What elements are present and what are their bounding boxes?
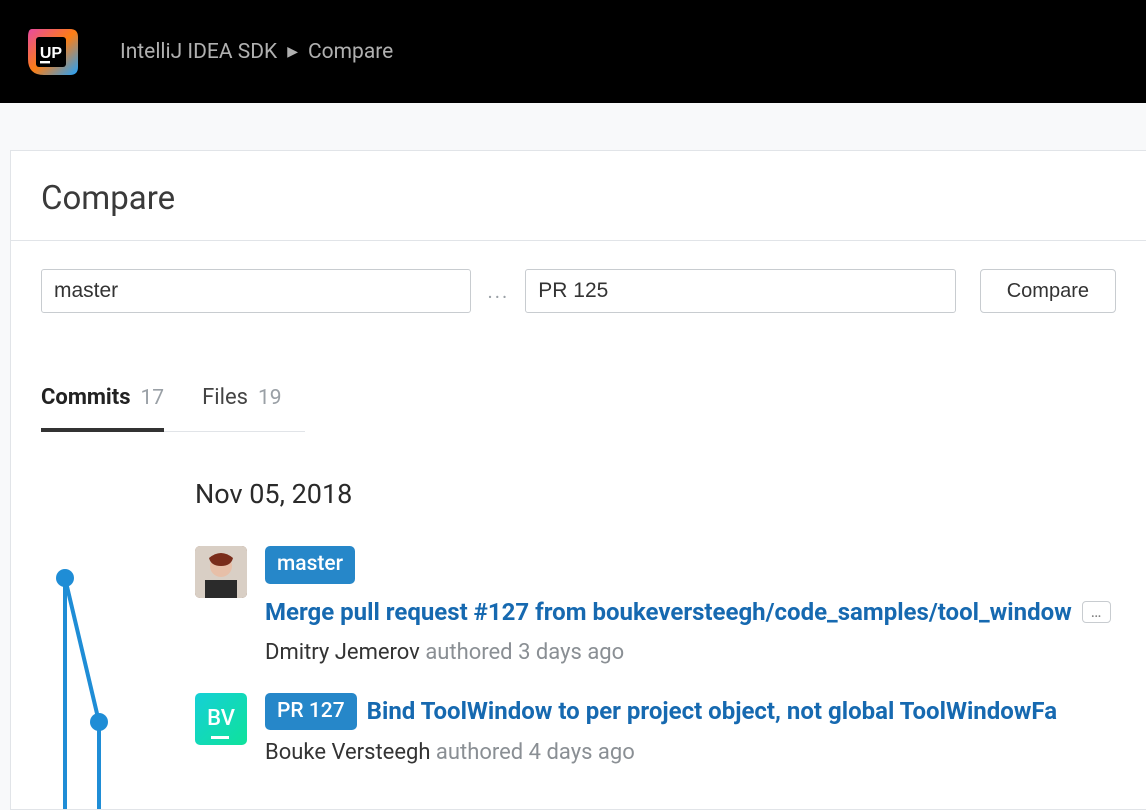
compare-button[interactable]: Compare — [980, 269, 1116, 313]
up-logo-icon: UP — [22, 23, 80, 81]
commit-graph-icon — [53, 562, 143, 810]
compare-inputs-row: ... Compare — [11, 241, 1146, 313]
svg-text:UP: UP — [40, 45, 63, 62]
breadcrumb-current: Compare — [308, 40, 393, 64]
tab-label: Files — [202, 385, 248, 410]
expand-message-button[interactable]: … — [1082, 601, 1111, 623]
head-branch-input[interactable] — [525, 269, 955, 313]
commit-area: Nov 05, 2018 mas — [11, 432, 1146, 765]
tabs: Commits 17 Files 19 — [11, 313, 1146, 432]
avatar[interactable] — [195, 546, 247, 598]
avatar[interactable]: BV — [195, 693, 247, 745]
commit-list: master Merge pull request #127 from bouk… — [195, 546, 1146, 765]
commit-date-group: Nov 05, 2018 — [195, 478, 1146, 510]
commit-time: 4 days ago — [529, 740, 635, 765]
base-branch-input[interactable] — [41, 269, 471, 313]
commit-meta: Bouke Versteegh authored 4 days ago — [265, 740, 1146, 765]
tab-count: 17 — [141, 386, 165, 410]
commit-row: master Merge pull request #127 from bouk… — [195, 546, 1146, 665]
commit-title-link[interactable]: Bind ToolWindow to per project object, n… — [367, 693, 1057, 729]
page-title: Compare — [41, 179, 1116, 218]
tab-commits[interactable]: Commits 17 — [41, 385, 164, 432]
commit-title-link[interactable]: Merge pull request #127 from boukeverste… — [265, 594, 1072, 630]
authored-label: authored — [436, 740, 523, 765]
branch-separator-icon: ... — [483, 279, 513, 303]
commit-row: BV PR 127 Bind ToolWindow to per project… — [195, 693, 1146, 766]
branch-badge[interactable]: master — [265, 546, 355, 584]
commit-author[interactable]: Dmitry Jemerov — [265, 640, 420, 665]
commit-body: master Merge pull request #127 from bouk… — [265, 546, 1146, 665]
tab-files[interactable]: Files 19 — [202, 385, 282, 432]
authored-label: authored — [425, 640, 512, 665]
top-bar: UP IntelliJ IDEA SDK ▶ Compare — [0, 0, 1146, 103]
main-panel: Compare ... Compare Commits 17 Files 19 … — [10, 150, 1146, 810]
commit-author[interactable]: Bouke Versteegh — [265, 740, 430, 765]
breadcrumb-root[interactable]: IntelliJ IDEA SDK — [120, 40, 277, 64]
commit-time: 3 days ago — [518, 640, 624, 665]
breadcrumb: IntelliJ IDEA SDK ▶ Compare — [120, 40, 393, 64]
page-header: Compare — [11, 151, 1146, 241]
commit-meta: Dmitry Jemerov authored 3 days ago — [265, 640, 1146, 665]
tab-label: Commits — [41, 385, 131, 410]
avatar-initials: BV — [207, 706, 235, 731]
commit-body: PR 127 Bind ToolWindow to per project ob… — [265, 693, 1146, 766]
breadcrumb-separator-icon: ▶ — [287, 44, 298, 60]
branch-badge[interactable]: PR 127 — [265, 693, 357, 731]
tab-count: 19 — [258, 386, 282, 410]
